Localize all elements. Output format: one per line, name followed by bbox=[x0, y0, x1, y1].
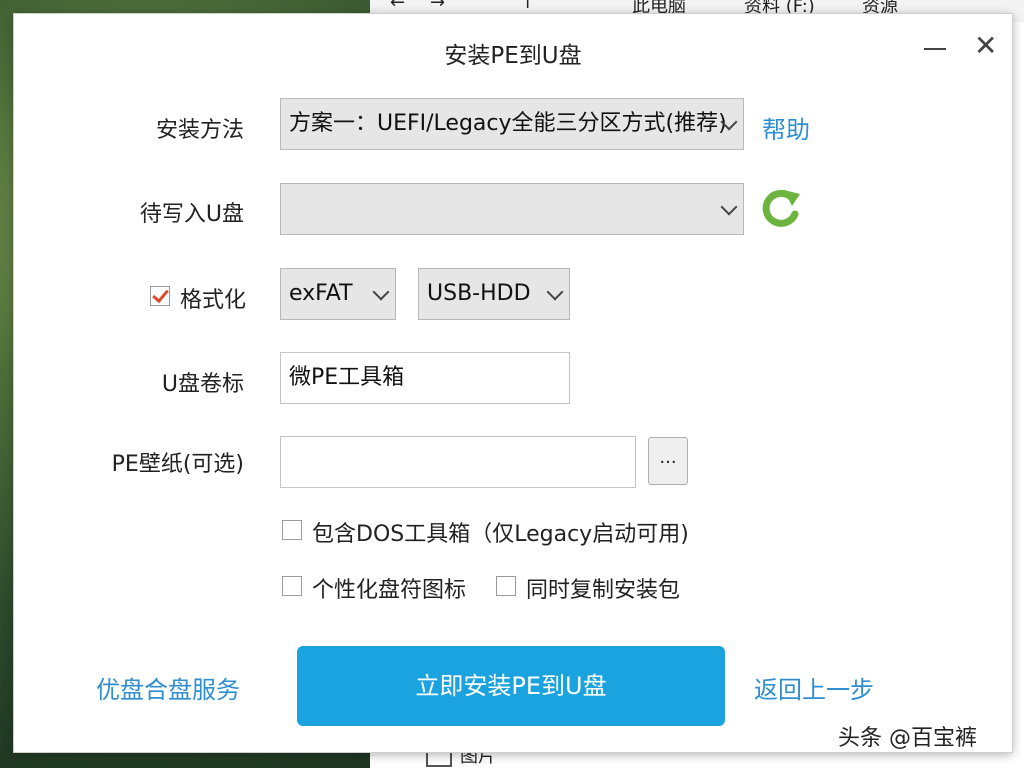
watermark: 头条 @百宝裤 bbox=[838, 726, 977, 751]
close-button[interactable]: ✕ bbox=[974, 32, 997, 60]
chevron-down-icon bbox=[372, 283, 390, 301]
install-button[interactable]: 立即安装PE到U盘 bbox=[297, 646, 725, 726]
wallpaper-label: PE壁纸(可选) bbox=[111, 452, 244, 477]
dos-toolbox-label[interactable]: 包含DOS工具箱（仅Legacy启动可用) bbox=[312, 516, 689, 548]
install-method-value: 方案一：UEFI/Legacy全能三分区方式(推荐) bbox=[289, 111, 727, 136]
dialog-title: 安装PE到U盘 bbox=[444, 43, 582, 69]
format-label[interactable]: 格式化 bbox=[180, 282, 246, 314]
back-link[interactable]: 返回上一步 bbox=[754, 670, 874, 705]
boot-mode-value: USB-HDD bbox=[427, 281, 531, 306]
minimize-button[interactable] bbox=[924, 48, 946, 50]
target-disk-label: 待写入U盘 bbox=[139, 202, 244, 227]
volume-label-input[interactable]: 微PE工具箱 bbox=[280, 352, 570, 404]
wallpaper-path-input[interactable] bbox=[280, 436, 636, 488]
forward-arrow-icon[interactable]: → bbox=[430, 0, 445, 13]
filesystem-select[interactable]: exFAT bbox=[280, 268, 396, 320]
chevron-down-icon bbox=[546, 283, 564, 301]
refresh-icon[interactable] bbox=[758, 186, 804, 232]
volume-label-label: U盘卷标 bbox=[161, 372, 244, 397]
format-checkbox[interactable] bbox=[150, 286, 170, 306]
chevron-down-icon bbox=[720, 198, 738, 216]
install-method-label: 安装方法 bbox=[155, 118, 244, 143]
filesystem-value: exFAT bbox=[289, 281, 353, 306]
browse-button[interactable]: ... bbox=[648, 437, 688, 485]
target-disk-select[interactable] bbox=[280, 183, 744, 235]
custom-drive-icon-label[interactable]: 个性化盘符图标 bbox=[312, 572, 466, 604]
copy-installer-label[interactable]: 同时复制安装包 bbox=[526, 572, 680, 604]
boot-mode-select[interactable]: USB-HDD bbox=[418, 268, 570, 320]
udisk-service-link[interactable]: 优盘合盘服务 bbox=[96, 670, 240, 705]
back-arrow-icon[interactable]: ← bbox=[390, 0, 405, 13]
custom-drive-icon-checkbox[interactable] bbox=[282, 576, 302, 596]
install-method-select[interactable]: 方案一：UEFI/Legacy全能三分区方式(推荐) bbox=[280, 98, 744, 150]
install-pe-dialog: 安装PE到U盘 ✕ 安装方法 方案一：UEFI/Legacy全能三分区方式(推荐… bbox=[14, 14, 1012, 752]
copy-installer-checkbox[interactable] bbox=[496, 576, 516, 596]
up-arrow-icon[interactable]: ↑ bbox=[520, 0, 535, 13]
dos-toolbox-checkbox[interactable] bbox=[282, 520, 302, 540]
help-link[interactable]: 帮助 bbox=[762, 110, 810, 145]
